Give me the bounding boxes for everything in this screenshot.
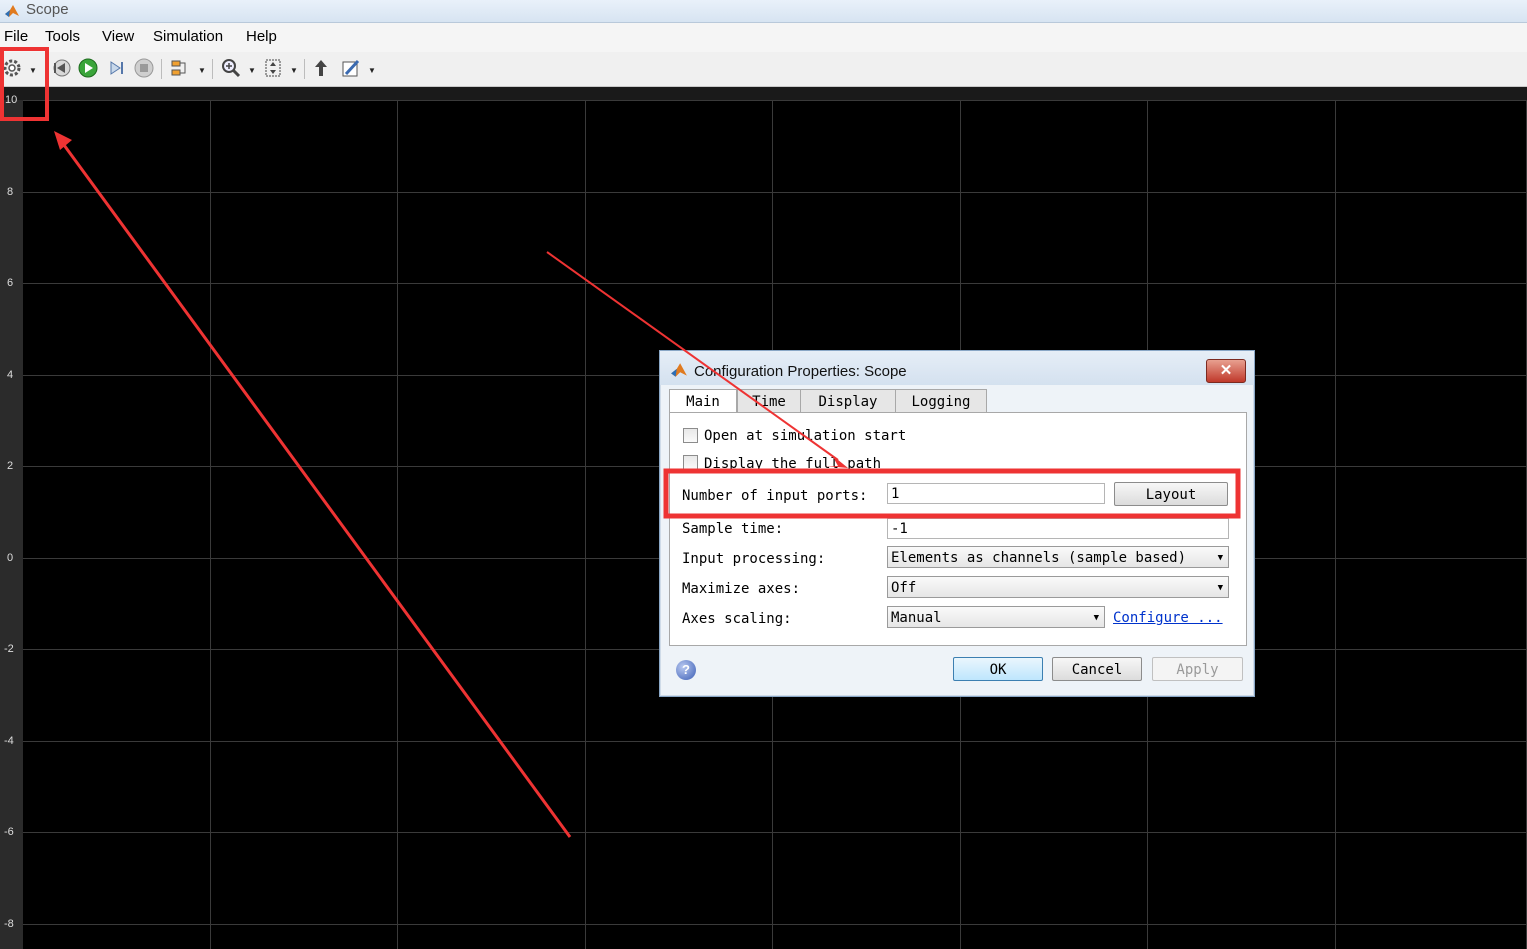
step-back-icon[interactable]	[51, 58, 71, 78]
y-tick-label: -8	[4, 918, 14, 930]
toolbar: ▼ ▼ ▼ ▼ ▼	[0, 52, 1527, 87]
ok-button[interactable]: OK	[953, 657, 1043, 681]
open-at-start-checkbox[interactable]	[683, 428, 698, 443]
close-button[interactable]: ✕	[1206, 359, 1246, 383]
matlab-logo-icon	[5, 5, 19, 17]
layout-button[interactable]: Layout	[1114, 482, 1228, 506]
sample-time-field[interactable]: -1	[887, 518, 1229, 539]
zoom-dropdown-icon[interactable]: ▼	[248, 66, 256, 75]
toolbar-separator	[46, 59, 47, 79]
menu-simulation[interactable]: Simulation	[153, 28, 223, 45]
dialog-title: Configuration Properties: Scope	[694, 363, 907, 380]
menu-help[interactable]: Help	[246, 28, 277, 45]
menu-bar: File Tools View Simulation Help	[0, 23, 1527, 52]
tab-display[interactable]: Display	[800, 389, 896, 413]
tab-main[interactable]: Main	[669, 389, 737, 414]
gear-icon[interactable]	[2, 58, 22, 78]
toolbar-separator	[304, 59, 305, 79]
display-full-path-label: Display the full path	[704, 456, 882, 472]
help-icon[interactable]: ?	[676, 660, 696, 680]
gear-dropdown-icon[interactable]: ▼	[29, 66, 37, 75]
sample-time-label: Sample time:	[682, 521, 784, 537]
dialog-titlebar[interactable]: Configuration Properties: Scope ✕	[660, 351, 1254, 385]
main-tab-panel: Open at simulation start Display the ful…	[669, 412, 1247, 646]
window-title: Scope	[26, 1, 69, 18]
matlab-logo-icon	[671, 363, 687, 377]
maximize-axes-select[interactable]: Off ▼	[887, 576, 1229, 598]
y-tick-label: -2	[4, 643, 14, 655]
configure-link[interactable]: Configure ...	[1113, 610, 1223, 626]
y-axis: 10 8 6 4 2 0 -2 -4 -6 -8	[0, 94, 23, 949]
fit-scale-icon[interactable]	[263, 58, 283, 78]
num-input-ports-field[interactable]: 1	[887, 483, 1105, 504]
axes-scaling-label: Axes scaling:	[682, 611, 792, 627]
toolbar-separator	[212, 59, 213, 79]
highlight-block-icon[interactable]	[311, 58, 331, 78]
open-at-start-label: Open at simulation start	[704, 428, 907, 444]
menu-view[interactable]: View	[102, 28, 134, 45]
menu-tools[interactable]: Tools	[45, 28, 80, 45]
maximize-axes-value: Off	[891, 580, 917, 596]
fit-dropdown-icon[interactable]: ▼	[290, 66, 298, 75]
y-tick-label: -4	[4, 735, 14, 747]
tab-time[interactable]: Time	[737, 389, 801, 413]
zoom-in-icon[interactable]	[221, 58, 241, 78]
toolbar-separator	[161, 59, 162, 79]
axes-scaling-select[interactable]: Manual ▼	[887, 606, 1105, 628]
y-tick-label: 10	[5, 94, 18, 106]
style-dropdown-icon[interactable]: ▼	[368, 66, 376, 75]
tab-logging[interactable]: Logging	[895, 389, 987, 413]
run-icon[interactable]	[78, 58, 98, 78]
num-input-ports-label: Number of input ports:	[682, 488, 868, 504]
axes-scaling-value: Manual	[891, 610, 942, 626]
input-processing-value: Elements as channels (sample based)	[891, 550, 1187, 566]
chevron-down-icon: ▼	[1217, 553, 1223, 563]
display-full-path-checkbox[interactable]	[683, 455, 698, 470]
step-forward-icon[interactable]	[106, 58, 126, 78]
apply-button[interactable]: Apply	[1152, 657, 1243, 681]
y-tick-label: -6	[4, 826, 14, 838]
window-titlebar: Scope	[0, 0, 1527, 23]
signal-dropdown-icon[interactable]: ▼	[198, 66, 206, 75]
edit-style-icon[interactable]	[341, 58, 361, 78]
chevron-down-icon: ▼	[1093, 613, 1099, 623]
plot-top-strip	[0, 87, 1527, 100]
chevron-down-icon: ▼	[1217, 583, 1223, 593]
signal-select-icon[interactable]	[170, 58, 190, 78]
menu-file[interactable]: File	[4, 28, 28, 45]
cancel-button[interactable]: Cancel	[1052, 657, 1142, 681]
input-processing-select[interactable]: Elements as channels (sample based) ▼	[887, 546, 1229, 568]
stop-icon[interactable]	[134, 58, 154, 78]
input-processing-label: Input processing:	[682, 551, 826, 567]
config-properties-dialog: Configuration Properties: Scope ✕ Main T…	[659, 350, 1255, 697]
maximize-axes-label: Maximize axes:	[682, 581, 801, 597]
